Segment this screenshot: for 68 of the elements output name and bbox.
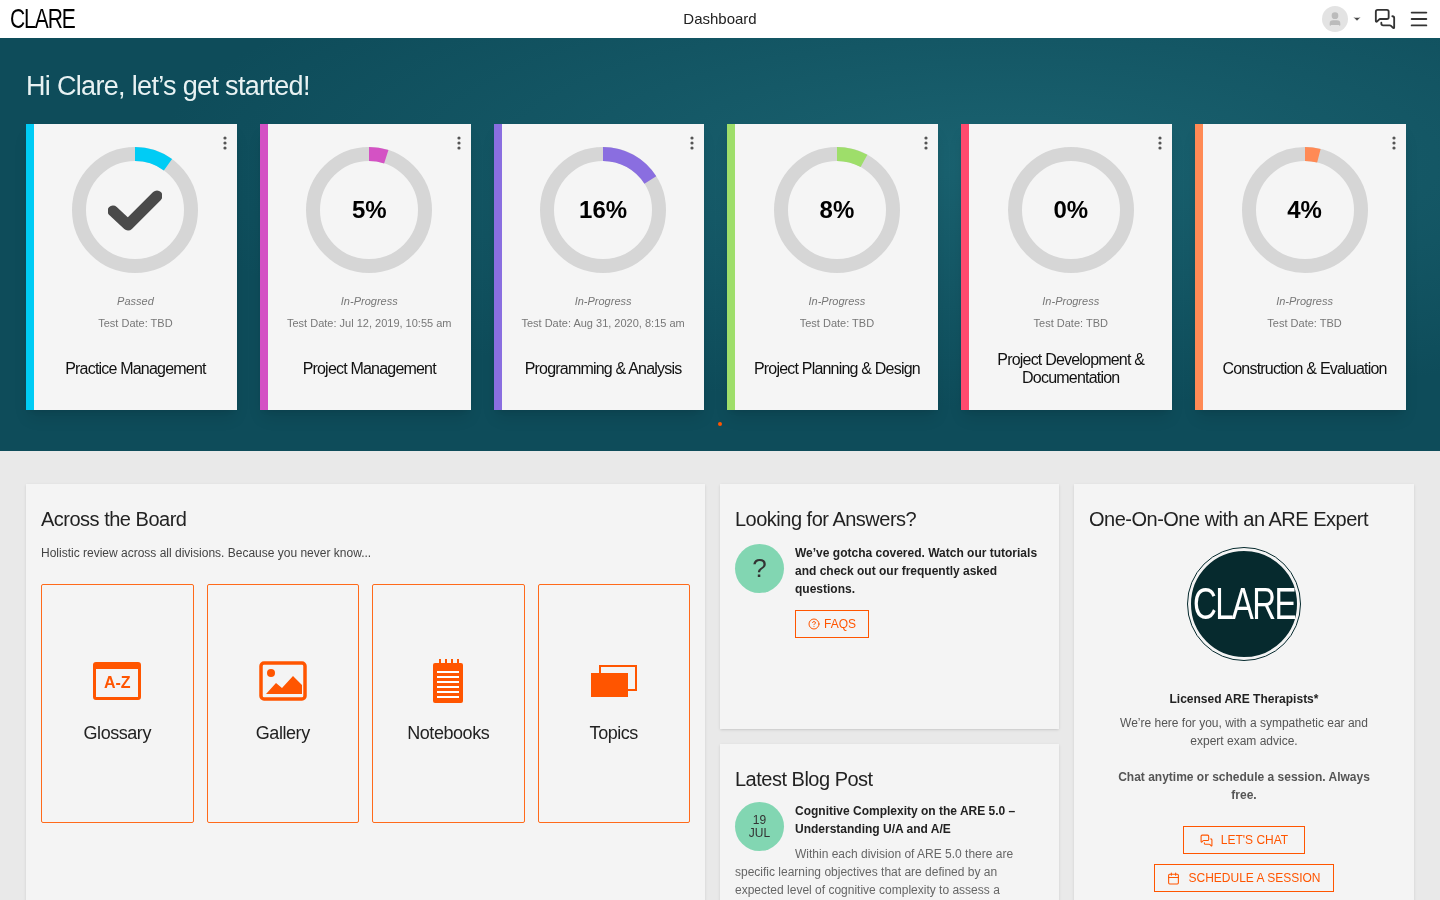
test-date: Test Date: TBD [98, 316, 173, 331]
status-text: In-Progress [808, 293, 866, 309]
more-options-icon[interactable] [690, 135, 695, 150]
greeting: Hi Clare, let’s get started! [26, 70, 311, 103]
division-card[interactable]: 0% In-Progress Test Date: TBD Project Development & Documentation [961, 123, 1173, 410]
panel-title: Latest Blog Post [735, 767, 874, 792]
status-text: Passed [117, 293, 154, 309]
percent-text: 8% [819, 194, 855, 225]
answers-text: We’ve gotcha covered. Watch our tutorials and check out our frequently asked questions. [795, 545, 1039, 598]
division-card[interactable]: 8% In-Progress Test Date: TBD Project Planning & Design [727, 123, 939, 410]
more-options-icon[interactable] [924, 135, 929, 150]
status-text: In-Progress [574, 293, 632, 309]
caret-icon[interactable] [1352, 14, 1362, 24]
date-badge: 19 JUL [735, 802, 784, 851]
logo[interactable]: CLARE [10, 5, 75, 33]
logo-badge: CLARE [1188, 548, 1300, 660]
resource-tile[interactable]: Topics [537, 584, 690, 823]
tile-label: Notebooks [407, 722, 490, 745]
page-title: Dashboard [683, 8, 757, 29]
percent-text: 0% [1053, 194, 1089, 225]
status-text: In-Progress [1042, 293, 1100, 309]
test-date: Test Date: Jul 12, 2019, 10:55 am [287, 316, 452, 331]
division-title: Project Development & Documentation [996, 350, 1146, 387]
calendar-icon [1167, 871, 1181, 885]
checkmark-icon [108, 188, 163, 231]
division-title: Project Planning & Design [753, 359, 920, 378]
stacked-cards-icon [589, 664, 638, 698]
percent-text: 16% [579, 194, 628, 225]
status-text: In-Progress [1276, 293, 1333, 309]
expert-heading: Licensed ARE Therapists* [1169, 691, 1319, 708]
tile-label: Gallery [255, 722, 310, 745]
help-icon [808, 618, 820, 630]
more-options-icon[interactable] [1391, 135, 1396, 150]
panel-title: Across the Board [41, 507, 188, 532]
tile-label: Glossary [83, 722, 151, 745]
division-card[interactable]: Passed Test Date: TBD Practice Management [26, 123, 237, 410]
panel-title: One-On-One with an ARE Expert [1089, 507, 1368, 532]
test-date: Test Date: TBD [1033, 316, 1108, 331]
division-card[interactable]: 4% In-Progress Test Date: TBD Construction & Evaluation [1195, 123, 1406, 410]
division-title: Practice Management [65, 359, 206, 378]
division-title: Programming & Analysis [524, 359, 682, 378]
more-options-icon[interactable] [222, 135, 227, 150]
more-options-icon[interactable] [456, 135, 461, 150]
test-date: Test Date: TBD [1267, 316, 1342, 331]
panel-subtitle: Holistic review across all divisions. Because you never know... [41, 545, 373, 562]
division-card[interactable]: 5% In-Progress Test Date: Jul 12, 2019, 10:55 am Project Management [259, 123, 471, 410]
percent-text: 5% [351, 194, 387, 225]
question-badge: ? [735, 544, 784, 593]
percent-text: 4% [1287, 194, 1322, 225]
image-icon [258, 661, 307, 701]
resource-tile[interactable]: A-Z Glossary [41, 584, 194, 823]
expert-cta: Chat anytime or schedule a session. Always free. [1117, 769, 1371, 804]
test-date: Test Date: Aug 31, 2020, 8:15 am [521, 316, 685, 331]
division-card[interactable]: 16% In-Progress Test Date: Aug 31, 2020, 8:15 am Programming & Analysis [493, 123, 705, 410]
notepad-icon [432, 659, 465, 703]
tile-label: Topics [589, 722, 638, 745]
division-title: Project Management [302, 359, 436, 378]
status-text: In-Progress [340, 293, 398, 309]
more-options-icon[interactable] [1158, 135, 1163, 150]
chat-icon [1199, 833, 1213, 847]
division-title: Construction & Evaluation [1222, 359, 1387, 378]
expert-text: We’re here for you, with a sympathetic ear and expert exam advice. [1119, 715, 1369, 750]
resource-tile[interactable]: Notebooks [372, 584, 525, 823]
test-date: Test Date: TBD [799, 316, 875, 331]
glossary-icon: A-Z [93, 662, 142, 700]
panel-title: Looking for Answers? [735, 507, 918, 532]
resource-tile[interactable]: Gallery [206, 584, 359, 823]
chat-icon[interactable] [1374, 8, 1396, 30]
